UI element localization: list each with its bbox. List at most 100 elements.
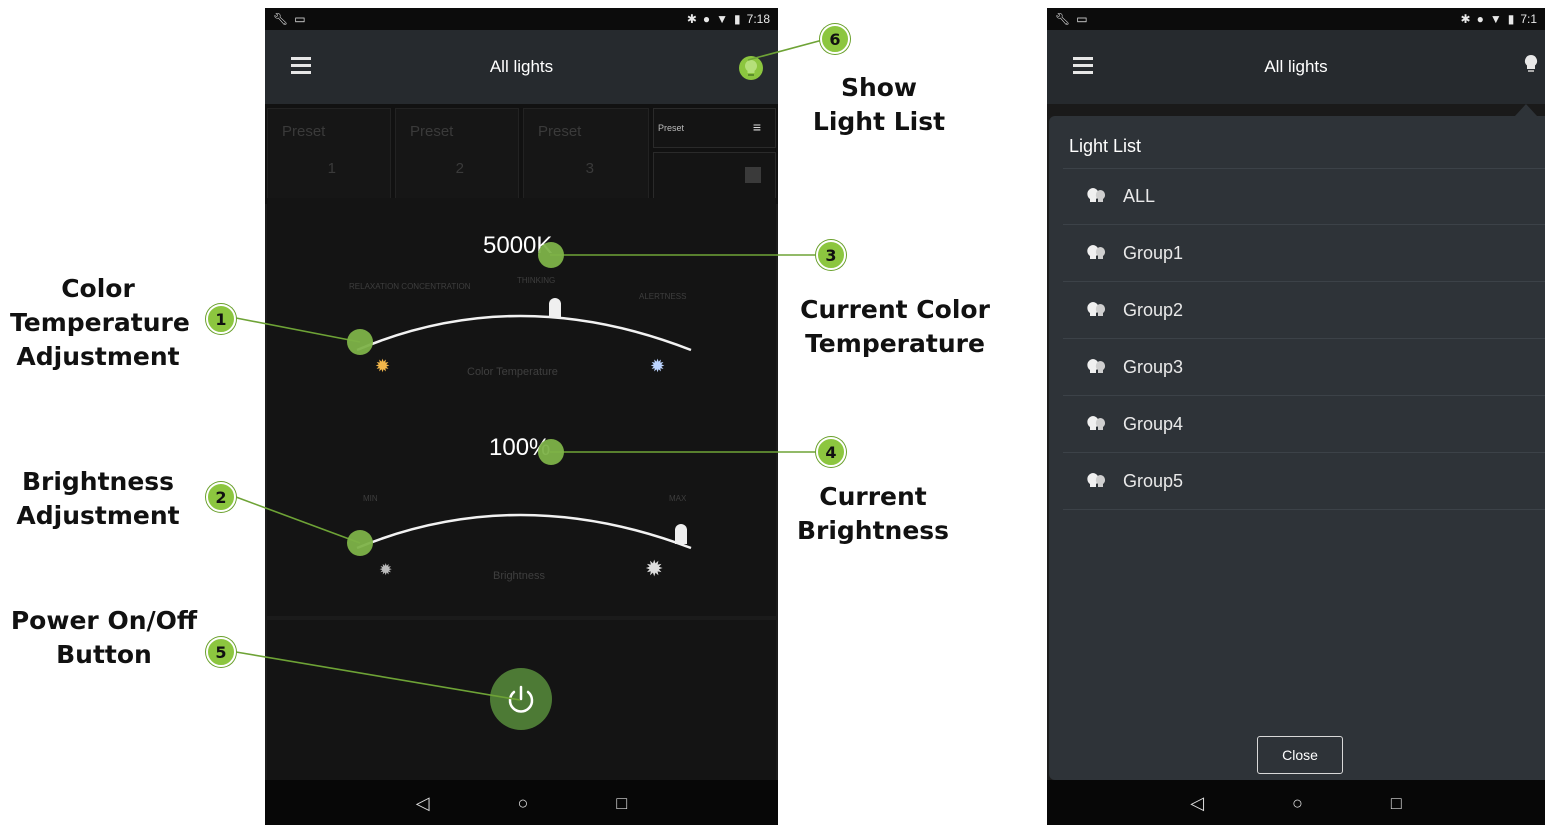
annotation-line: Brightness <box>796 516 950 545</box>
battery-icon: ▮ <box>1507 12 1515 26</box>
annotation-badge-4: 4 <box>816 437 846 467</box>
app-bar: All lights <box>1047 30 1545 104</box>
page-title: All lights <box>489 57 554 76</box>
annotation-line: Current <box>819 482 927 511</box>
menu-icon[interactable] <box>1073 57 1093 74</box>
annotation-badge-3: 3 <box>816 240 846 270</box>
menu-icon[interactable] <box>291 57 311 74</box>
wifi-icon: ▼ <box>1489 12 1502 26</box>
home-icon[interactable]: ○ <box>518 793 529 814</box>
bulbs-icon <box>1087 415 1105 430</box>
status-bar: 🔧︎ ▭ ✱ ● ▼ ▮ 7:1 <box>1047 8 1545 30</box>
status-time: 7:18 <box>746 12 770 26</box>
dim-sun-icon: ✹ <box>379 562 393 579</box>
bright-sun-icon: ✹ <box>645 556 664 581</box>
annotation-line: Brightness <box>21 467 175 496</box>
preset-button-3[interactable]: Preset 3 <box>523 108 649 200</box>
bulbs-icon <box>1087 244 1105 259</box>
drawer-pointer <box>1515 104 1537 116</box>
dnd-icon: ● <box>702 12 711 26</box>
right-phone-screen: 🔧︎ ▭ ✱ ● ▼ ▮ 7:1 All lights Light List A… <box>1047 8 1545 825</box>
list-item-group4[interactable]: Group4 <box>1063 397 1545 453</box>
brightness-thumb[interactable] <box>675 524 687 544</box>
preset-number: 3 <box>585 160 594 177</box>
preset-save-toggle[interactable] <box>653 152 776 200</box>
preset-button-2[interactable]: Preset 2 <box>395 108 519 200</box>
screen-icon: ▭ <box>294 12 306 26</box>
power-icon <box>508 685 534 713</box>
bulbs-icon <box>1087 187 1105 202</box>
annotation-line: Adjustment <box>16 501 180 530</box>
annotation-line: Button <box>56 640 152 669</box>
preset-label: Preset <box>410 123 454 140</box>
bluetooth-icon: ✱ <box>1460 12 1471 26</box>
control-panel: 5000K RELAXATION CONCENTRATION THINKING … <box>267 198 776 616</box>
list-item-label: ALL <box>1123 186 1156 206</box>
nav-bar: ◁ ○ □ <box>265 780 778 825</box>
battery-icon: ▮ <box>734 12 741 26</box>
list-item-group2[interactable]: Group2 <box>1063 283 1545 339</box>
recents-icon[interactable]: □ <box>1391 793 1402 814</box>
annotation-color-temperature-adjustment: Color Temperature Adjustment <box>10 272 190 374</box>
annotation-line: Temperature <box>10 308 190 337</box>
preset-settings-label: Preset <box>658 123 685 133</box>
marker-dot-3 <box>538 242 564 268</box>
marker-dot-1 <box>347 329 373 355</box>
power-button[interactable] <box>490 668 552 730</box>
preset-button-1[interactable]: Preset 1 <box>267 108 391 200</box>
list-item-all[interactable]: ALL <box>1063 169 1545 225</box>
annotation-show-light-list: Show Light List <box>800 71 958 139</box>
nav-bar: ◁ ○ □ <box>1047 780 1545 825</box>
back-icon[interactable]: ◁ <box>416 793 430 814</box>
list-item-label: Group2 <box>1123 300 1184 320</box>
app-bar: All lights <box>265 30 778 104</box>
bluetooth-icon: ✱ <box>686 12 697 26</box>
preset-label: Preset <box>538 123 582 140</box>
list-item-label: Group4 <box>1123 414 1184 434</box>
light-list-drawer: Light List ALL Group1 Group2 Group3 Grou… <box>1049 116 1545 780</box>
recents-icon[interactable]: □ <box>616 793 627 814</box>
list-item-group3[interactable]: Group3 <box>1063 340 1545 396</box>
annotation-line: Current Color <box>800 295 990 324</box>
status-bar: 🔧︎ ▭ ✱ ● ▼ ▮ 7:18 <box>265 8 778 30</box>
sliders-icon: ≡ <box>752 119 761 135</box>
light-list-bulb-icon[interactable] <box>1523 54 1539 76</box>
preset-settings-button[interactable]: Preset ≡ <box>653 108 776 148</box>
status-time: 7:1 <box>1520 12 1537 26</box>
brightness-slider[interactable] <box>267 198 776 616</box>
list-item-label: Group3 <box>1123 357 1184 377</box>
left-phone-screen: 🔧︎ ▭ ✱ ● ▼ ▮ 7:18 All lights Preset 1 Pr… <box>265 8 778 825</box>
list-item-group5[interactable]: Group5 <box>1063 454 1545 510</box>
annotation-line: Temperature <box>805 329 985 358</box>
annotation-brightness-adjustment: Brightness Adjustment <box>10 465 186 533</box>
screen-icon: ▭ <box>1076 12 1088 26</box>
wifi-icon: ▼ <box>716 12 729 26</box>
bulbs-icon <box>1087 358 1105 373</box>
drawer-title: Light List <box>1069 136 1142 156</box>
annotation-badge-1: 1 <box>206 304 236 334</box>
power-panel <box>267 620 776 780</box>
annotation-current-color-temperature: Current Color Temperature <box>790 293 1000 361</box>
annotation-line: Power On/Off <box>10 606 198 635</box>
home-icon[interactable]: ○ <box>1292 793 1303 814</box>
annotation-badge-5: 5 <box>206 637 236 667</box>
annotation-line: Light List <box>812 107 946 136</box>
preset-strip <box>1047 104 1545 116</box>
wrench-icon: 🔧︎ <box>273 12 289 26</box>
dnd-icon: ● <box>1476 12 1484 26</box>
annotation-line: Color <box>61 274 135 303</box>
back-icon[interactable]: ◁ <box>1190 793 1204 814</box>
annotation-power-button: Power On/Off Button <box>0 604 208 672</box>
page-title: All lights <box>1264 57 1328 76</box>
wrench-icon: 🔧︎ <box>1055 12 1071 26</box>
brightness-caption: Brightness <box>493 570 545 582</box>
list-item-group1[interactable]: Group1 <box>1063 226 1545 282</box>
preset-number: 1 <box>327 160 336 177</box>
annotation-badge-2: 2 <box>206 482 236 512</box>
marker-dot-2 <box>347 530 373 556</box>
close-button[interactable]: Close <box>1257 736 1343 774</box>
light-list-bulb-icon[interactable] <box>739 56 763 80</box>
annotation-badge-6: 6 <box>820 24 850 54</box>
marker-dot-4 <box>538 439 564 465</box>
annotation-current-brightness: Current Brightness <box>790 480 956 548</box>
